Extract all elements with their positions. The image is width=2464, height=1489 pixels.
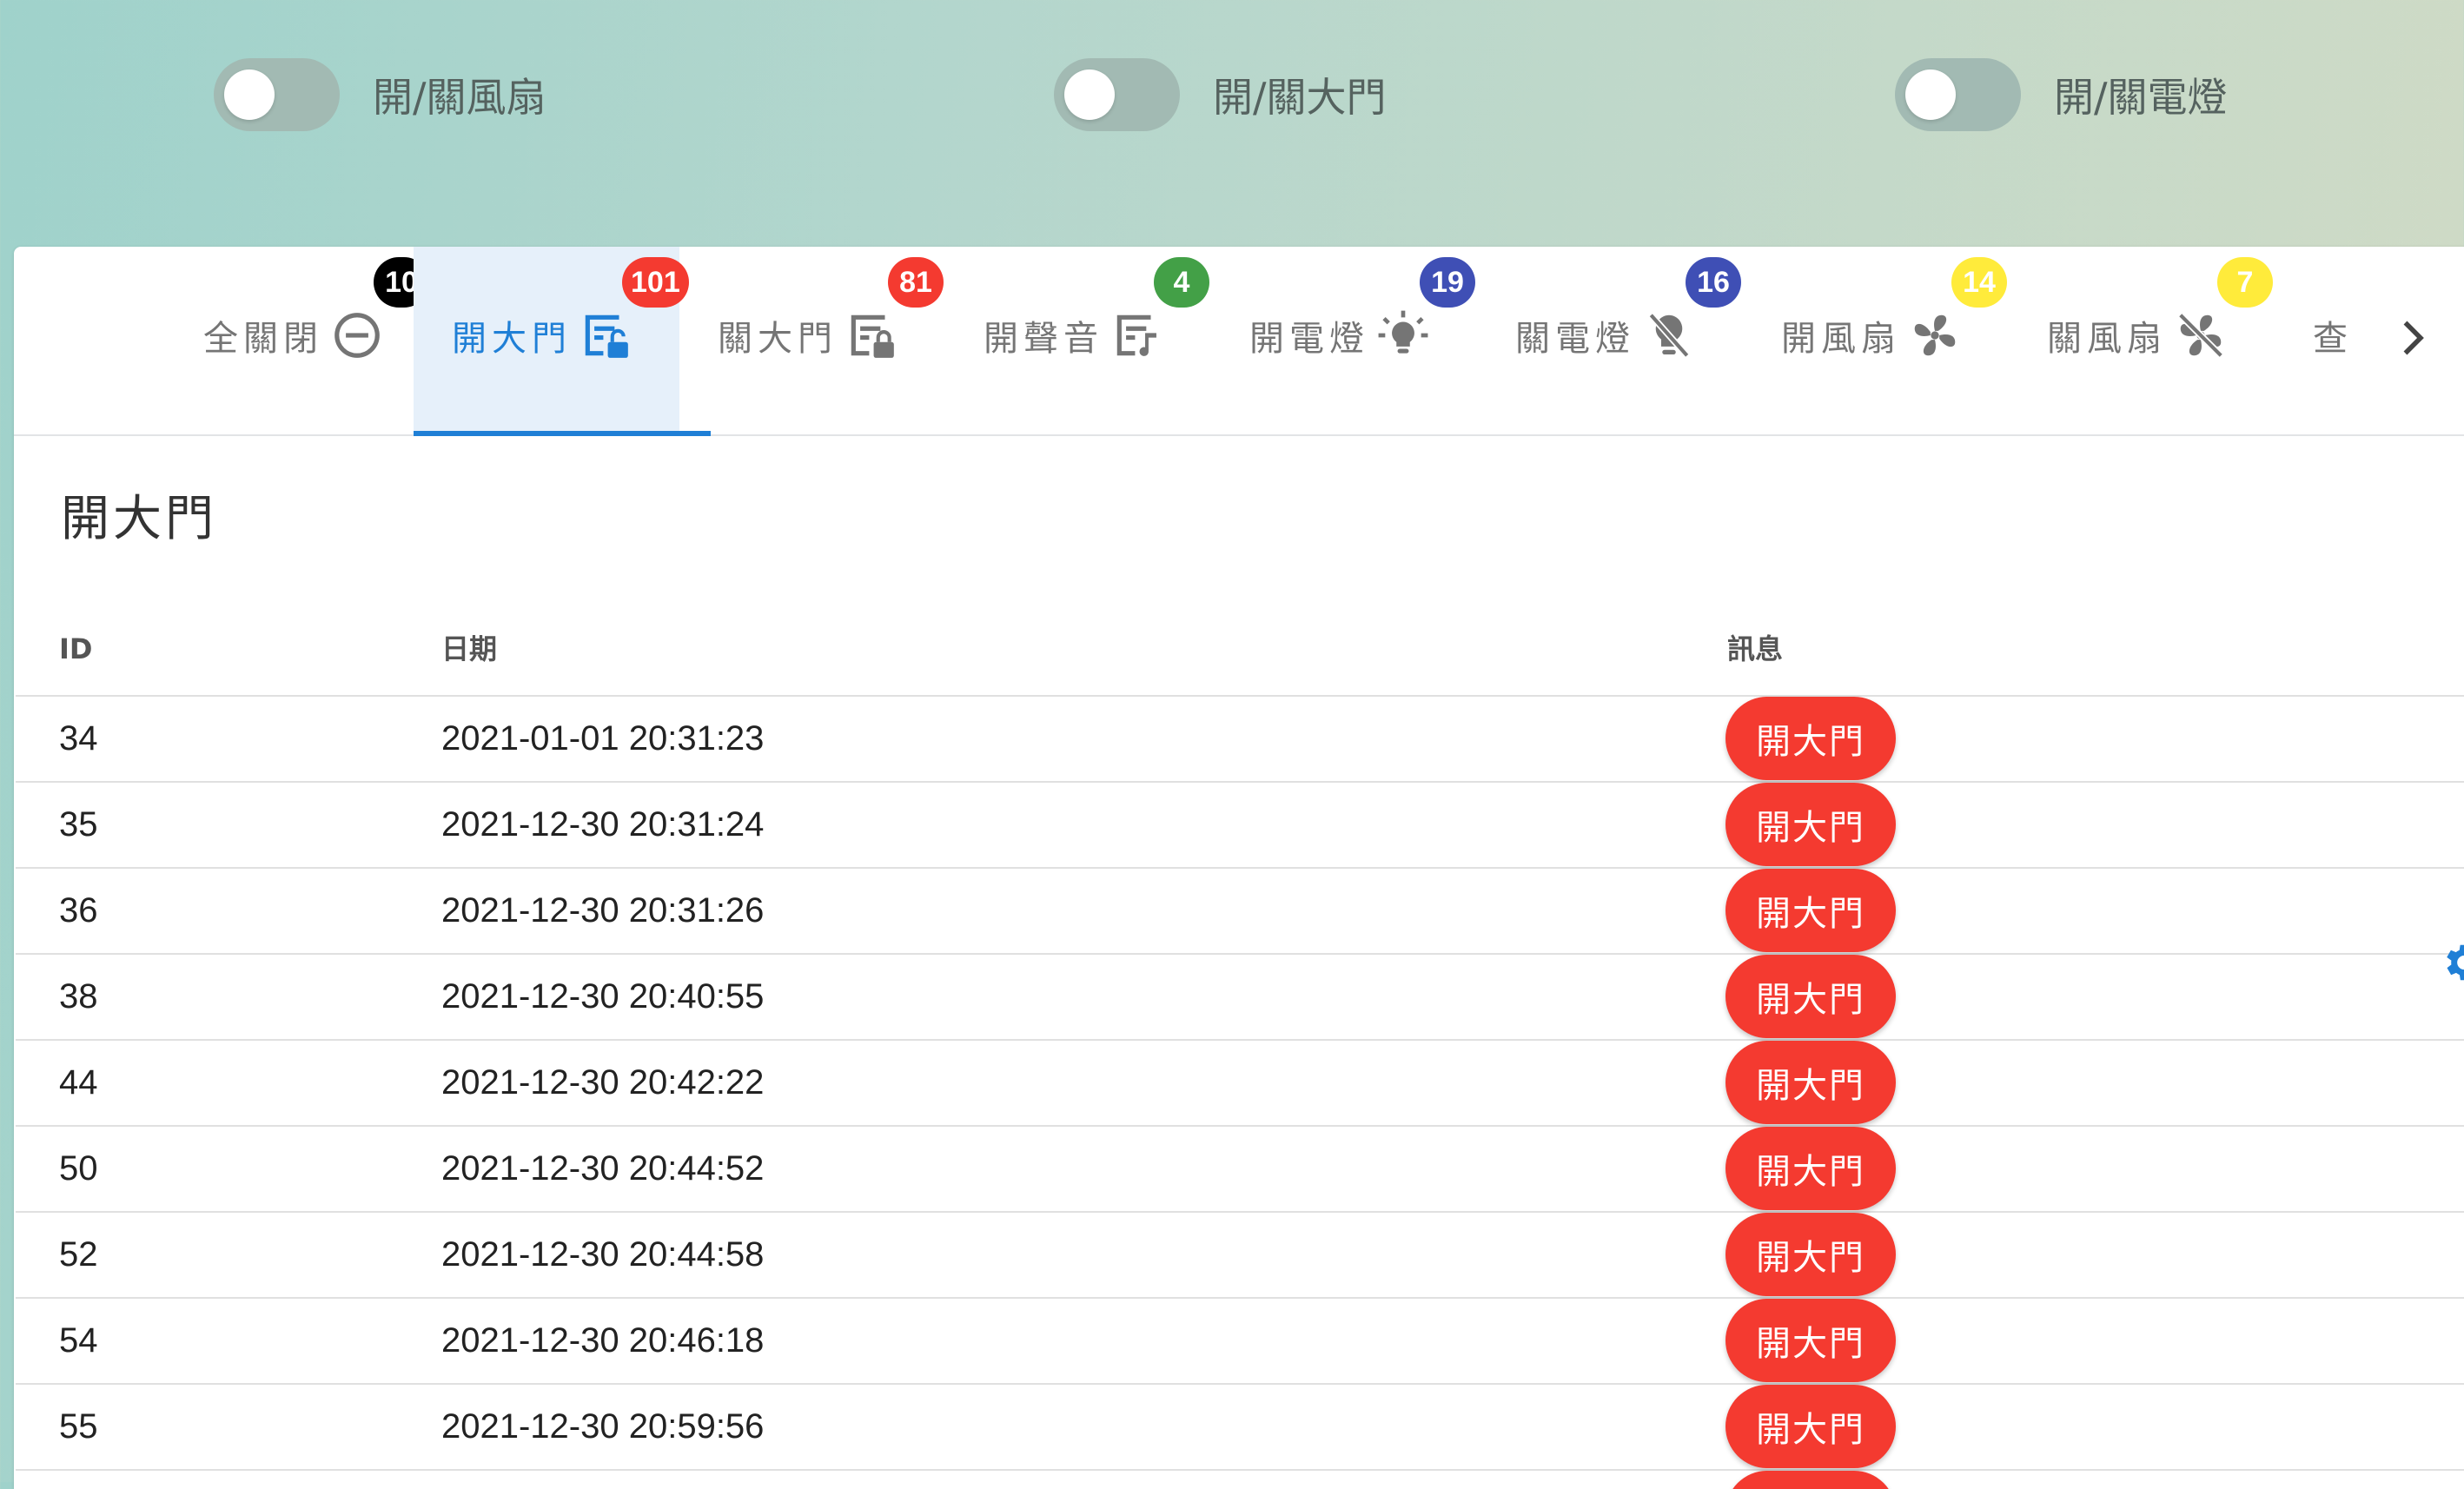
table-header: ID 日期 訊息: [16, 603, 2464, 697]
cell-id: 52: [59, 1235, 98, 1274]
cell-date: 2021-12-30 20:46:18: [441, 1321, 765, 1360]
tab-all-off[interactable]: 全關閉 10: [165, 247, 431, 434]
cell-date: 2021-12-30 20:31:26: [441, 891, 765, 930]
cell-id: 54: [59, 1321, 98, 1360]
message-chip[interactable]: [1725, 1471, 1896, 1489]
toggle-door[interactable]: 開/關大門: [1054, 57, 1387, 132]
cell-date: 2021-01-01 20:31:23: [441, 719, 765, 758]
cell-date: 2021-12-30 20:42:22: [441, 1063, 765, 1102]
count-badge: 16: [1686, 257, 1741, 308]
count-badge: 19: [1420, 257, 1475, 308]
cell-date: 2021-12-30 20:31:24: [441, 805, 765, 844]
tab-fan-on[interactable]: 開風扇 14: [1743, 247, 2009, 434]
tab-query[interactable]: 查: [2275, 247, 2361, 434]
lightbulb-on-icon: [1378, 310, 1428, 354]
tab-light-on[interactable]: 開電燈 19: [1211, 247, 1477, 434]
table-row[interactable]: 38 2021-12-30 20:40:55 開大門: [16, 955, 2464, 1041]
cell-id: 36: [59, 891, 98, 930]
cell-id: 34: [59, 719, 98, 758]
cell-id: 44: [59, 1063, 98, 1102]
tab-open-door[interactable]: 開大門 101: [414, 247, 711, 436]
message-chip[interactable]: 開大門: [1725, 1213, 1896, 1296]
toggle-bar: 開/關風扇 開/關大門 開/關電燈: [0, 0, 2464, 247]
tab-sound-on[interactable]: 開聲音 4: [945, 247, 1211, 434]
message-chip[interactable]: 開大門: [1725, 1299, 1896, 1382]
table-row[interactable]: [16, 1471, 2464, 1489]
switch-knob: [1905, 69, 1956, 120]
tab-label: 查: [2313, 319, 2353, 359]
cell-date: 2021-12-30 20:40:55: [441, 977, 765, 1016]
tab-label: 開電燈: [1249, 319, 1369, 359]
fan-off-icon: [2178, 313, 2223, 358]
data-table: ID 日期 訊息 34 2021-01-01 20:31:23 開大門 35 2021-…: [16, 603, 2464, 1489]
gear-icon[interactable]: [2438, 938, 2464, 987]
chevron-right-icon[interactable]: [2386, 308, 2438, 368]
minus-circle-icon: [334, 313, 380, 358]
column-header-id[interactable]: ID: [59, 603, 92, 695]
table-row[interactable]: 35 2021-12-30 20:31:24 開大門: [16, 783, 2464, 869]
page-title: 開大門: [61, 491, 217, 547]
table-body: 34 2021-01-01 20:31:23 開大門 35 2021-12-30 20:…: [16, 697, 2464, 1489]
door-switch[interactable]: [1054, 58, 1180, 131]
count-badge: 4: [1154, 257, 1209, 308]
cell-id: 38: [59, 977, 98, 1016]
count-badge: 14: [1951, 257, 2007, 308]
cell-id: 55: [59, 1407, 98, 1446]
toggle-fan[interactable]: 開/關風扇: [214, 57, 546, 132]
door-unlocked-icon: [585, 314, 628, 358]
count-badge: 7: [2217, 257, 2273, 308]
active-tab-indicator: [414, 431, 711, 436]
toggle-fan-label: 開/關風扇: [373, 74, 546, 121]
message-chip[interactable]: 開大門: [1725, 697, 1896, 780]
tab-label: 全關閉: [203, 319, 323, 359]
column-header-message[interactable]: 訊息: [1727, 603, 1783, 695]
tab-label: 關大門: [718, 319, 838, 359]
tab-bar: 全關閉 10 開大門 101 關大門 81 開聲音 4 開電燈 19 關電燈 1…: [14, 247, 2464, 436]
tab-label: 關風扇: [2047, 319, 2167, 359]
tab-label: 關電燈: [1515, 319, 1635, 359]
door-locked-icon: [851, 314, 894, 358]
switch-knob: [1064, 69, 1115, 120]
message-chip[interactable]: 開大門: [1725, 1127, 1896, 1210]
table-row[interactable]: 34 2021-01-01 20:31:23 開大門: [16, 697, 2464, 783]
light-switch[interactable]: [1895, 58, 2021, 131]
cell-id: 50: [59, 1149, 98, 1188]
message-chip[interactable]: 開大門: [1725, 869, 1896, 952]
table-row[interactable]: 54 2021-12-30 20:46:18 開大門: [16, 1299, 2464, 1385]
tab-fan-off[interactable]: 關風扇 7: [2009, 247, 2275, 434]
tab-close-door[interactable]: 關大門 81: [679, 247, 945, 434]
table-row[interactable]: 50 2021-12-30 20:44:52 開大門: [16, 1127, 2464, 1213]
message-chip[interactable]: 開大門: [1725, 783, 1896, 866]
cell-date: 2021-12-30 20:59:56: [441, 1407, 765, 1446]
message-chip[interactable]: 開大門: [1725, 1385, 1896, 1468]
toggle-door-label: 開/關大門: [1213, 74, 1387, 121]
toggle-light-label: 開/關電燈: [2054, 74, 2228, 121]
table-row[interactable]: 44 2021-12-30 20:42:22 開大門: [16, 1041, 2464, 1127]
message-chip[interactable]: 開大門: [1725, 1041, 1896, 1124]
tab-light-off[interactable]: 關電燈 16: [1477, 247, 1743, 434]
message-chip[interactable]: 開大門: [1725, 955, 1896, 1038]
table-row[interactable]: 52 2021-12-30 20:44:58 開大門: [16, 1213, 2464, 1299]
cell-date: 2021-12-30 20:44:58: [441, 1235, 765, 1274]
door-music-icon: [1116, 314, 1156, 356]
table-row[interactable]: 36 2021-12-30 20:31:26 開大門: [16, 869, 2464, 955]
cell-id: 35: [59, 805, 98, 844]
fan-switch[interactable]: [214, 58, 340, 131]
column-header-date[interactable]: 日期: [441, 603, 497, 695]
table-row[interactable]: 55 2021-12-30 20:59:56 開大門: [16, 1385, 2464, 1471]
fan-icon: [1914, 314, 1956, 356]
tab-label: 開風扇: [1781, 319, 1901, 359]
count-badge: 81: [888, 257, 944, 308]
switch-knob: [224, 69, 275, 120]
main-card: 全關閉 10 開大門 101 關大門 81 開聲音 4 開電燈 19 關電燈 1…: [14, 247, 2464, 1489]
toggle-light[interactable]: 開/關電燈: [1895, 57, 2228, 132]
tab-label: 開聲音: [984, 319, 1103, 359]
tab-label: 開大門: [452, 319, 572, 359]
lightbulb-off-icon: [1648, 313, 1690, 358]
cell-date: 2021-12-30 20:44:52: [441, 1149, 765, 1188]
